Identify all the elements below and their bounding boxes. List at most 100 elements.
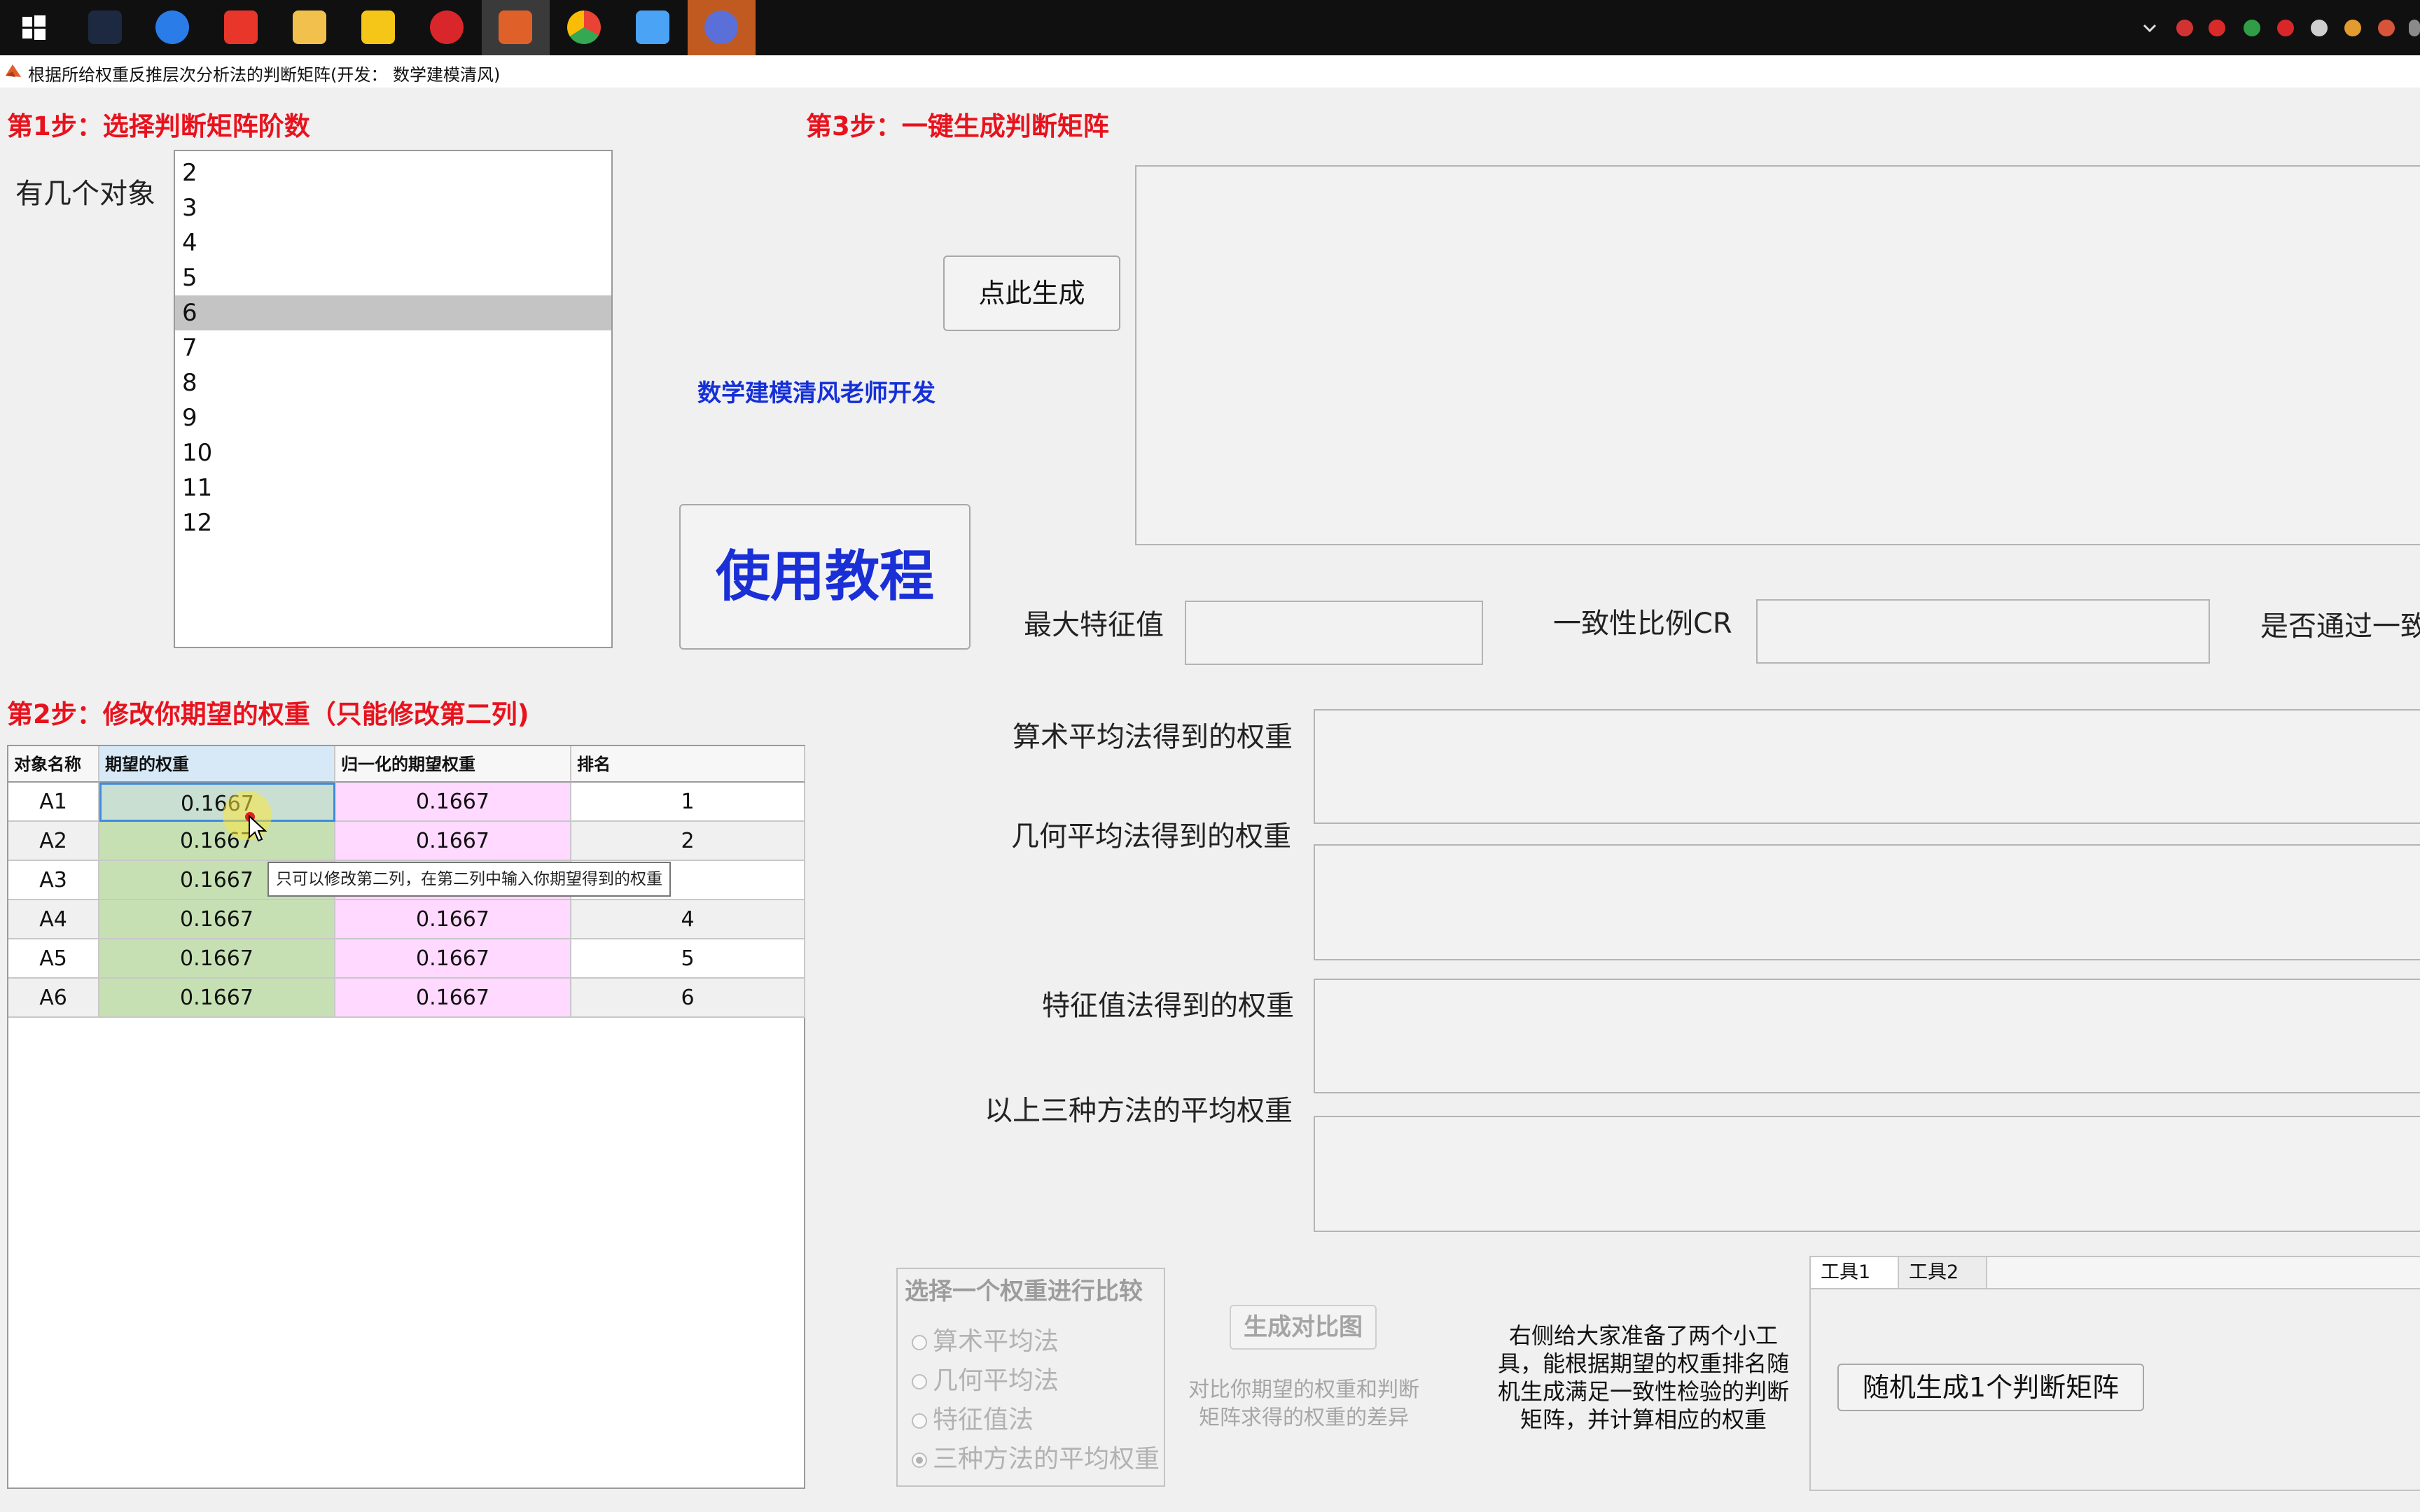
geo-weight-label: 几何平均法得到的权重 — [1011, 820, 1291, 853]
radio-eigen[interactable]: 特征值法 — [912, 1399, 1034, 1436]
image-tray-icon[interactable] — [2378, 20, 2395, 36]
moon-icon[interactable] — [2209, 20, 2225, 36]
matlab-icon[interactable] — [499, 10, 532, 44]
app-tray-icon[interactable] — [2344, 20, 2361, 36]
listbox-option[interactable]: 8 — [175, 365, 611, 400]
netease-tray-icon[interactable] — [2277, 20, 2294, 36]
listbox-option[interactable]: 7 — [175, 330, 611, 365]
matrix-output-area — [1135, 165, 2420, 545]
start-icon[interactable] — [17, 10, 50, 44]
step3-title: 第3步：一键生成判断矩阵 — [806, 111, 1109, 141]
game-icon[interactable] — [88, 10, 122, 44]
listbox-option[interactable]: 9 — [175, 400, 611, 435]
radio-label: 特征值法 — [933, 1406, 1034, 1434]
col-header-name: 对象名称 — [8, 746, 99, 783]
compare-chart-button[interactable]: 生成对比图 — [1230, 1305, 1377, 1350]
cell-normalized: 0.1667 — [335, 783, 571, 822]
radio-label: 几何平均法 — [933, 1366, 1059, 1395]
listbox-option[interactable]: 3 — [175, 190, 611, 225]
cell-rank: 5 — [571, 939, 805, 979]
cell-weight[interactable]: 0.1667 — [99, 979, 335, 1018]
radio-label: 三种方法的平均权重 — [933, 1445, 1160, 1474]
cell-normalized: 0.1667 — [335, 900, 571, 939]
chevron-up-icon[interactable] — [2141, 20, 2158, 36]
cell-rank: 2 — [571, 822, 805, 861]
tab-tool1[interactable]: 工具1 — [1811, 1257, 1899, 1288]
listbox-option[interactable]: 10 — [175, 435, 611, 470]
radio-button-icon — [912, 1335, 927, 1350]
file-explorer-icon[interactable] — [293, 10, 326, 44]
listbox-option[interactable]: 5 — [175, 260, 611, 295]
random-matrix-button[interactable]: 随机生成1个判断矩阵 — [1837, 1364, 2144, 1411]
matrix-order-listbox[interactable]: 2 3 4 5 6 7 8 9 10 11 12 — [174, 150, 613, 648]
col-header-weight: 期望的权重 — [99, 746, 335, 783]
cell-rank: 6 — [571, 979, 805, 1018]
tab-tool2[interactable]: 工具2 — [1899, 1257, 1987, 1288]
avg-weight-label: 以上三种方法的平均权重 — [985, 1095, 1293, 1127]
cell-weight[interactable]: 0.1667 — [99, 822, 335, 861]
listbox-option[interactable]: 4 — [175, 225, 611, 260]
eigen-weight-label: 特征值法得到的权重 — [1042, 990, 1294, 1022]
tingshu-app-icon[interactable] — [224, 10, 258, 44]
cell-rank: 1 — [571, 783, 805, 822]
radio-label: 算术平均法 — [933, 1327, 1059, 1356]
col-header-rank: 排名 — [571, 746, 805, 783]
tools-tab-panel: 工具1 工具2 随机生成1个判断矩阵 — [1809, 1256, 2420, 1491]
cell-weight[interactable]: 0.1667 — [99, 939, 335, 979]
listbox-option-selected[interactable]: 6 — [175, 295, 611, 330]
folder-icon[interactable] — [361, 10, 395, 44]
cell-name: A4 — [8, 900, 99, 939]
radio-geo[interactable]: 几何平均法 — [912, 1360, 1059, 1396]
radio-button-selected-icon — [912, 1452, 927, 1468]
listbox-option[interactable]: 2 — [175, 155, 611, 190]
cell-normalized: 0.1667 — [335, 822, 571, 861]
radio-button-icon — [912, 1374, 927, 1390]
cell-normalized: 0.1667 — [335, 939, 571, 979]
step2-title: 第2步：修改你期望的权重（只能修改第二列) — [7, 699, 529, 729]
tutorial-button[interactable]: 使用教程 — [679, 504, 971, 650]
weights-table: 对象名称 期望的权重 归一化的期望权重 排名 A1 0.1667 0.1667 … — [7, 745, 805, 1489]
taskbar — [0, 0, 2420, 55]
cell-rank: 4 — [571, 900, 805, 939]
compare-group: 选择一个权重进行比较 算术平均法 几何平均法 特征值法 三种方法的平均权重 — [896, 1268, 1165, 1487]
developer-credit: 数学建模清风老师开发 — [697, 379, 936, 407]
cell-weight[interactable]: 0.1667 — [99, 900, 335, 939]
consistency-ratio-label: 一致性比例CR — [1553, 608, 1732, 640]
window-titlebar: 根据所给权重反推层次分析法的判断矩阵(开发： 数学建模清风) — [0, 55, 2420, 88]
radio-button-icon — [912, 1413, 927, 1429]
sogou-input-icon[interactable] — [155, 10, 189, 44]
mouse-pointer-icon — [248, 814, 267, 846]
cell-name: A5 — [8, 939, 99, 979]
tab-strip: 工具1 工具2 — [1811, 1257, 2420, 1289]
app-icon[interactable] — [704, 10, 738, 44]
max-eigenvalue-label: 最大特征值 — [1024, 609, 1164, 641]
eigen-weight-field — [1314, 979, 2420, 1093]
generate-button[interactable]: 点此生成 — [943, 255, 1120, 331]
cell-normalized: 0.1667 — [335, 979, 571, 1018]
edit-hint-tooltip: 只可以修改第二列，在第二列中输入你期望得到的权重 — [267, 862, 671, 897]
network-icon[interactable] — [2244, 20, 2260, 36]
listbox-option[interactable]: 11 — [175, 470, 611, 505]
record-icon[interactable] — [2176, 20, 2193, 36]
cell-name: A3 — [8, 861, 99, 900]
compare-group-title: 选择一个权重进行比较 — [905, 1278, 1143, 1306]
listbox-option[interactable]: 12 — [175, 505, 611, 540]
col-header-normalized: 归一化的期望权重 — [335, 746, 571, 783]
microphone-icon[interactable] — [2311, 20, 2328, 36]
radio-average[interactable]: 三种方法的平均权重 — [912, 1438, 1160, 1475]
cell-weight-editing[interactable]: 0.1667 — [99, 783, 335, 822]
cell-name: A1 — [8, 783, 99, 822]
radio-arith[interactable]: 算术平均法 — [912, 1321, 1059, 1357]
max-eigenvalue-field — [1185, 601, 1483, 665]
window-title: 根据所给权重反推层次分析法的判断矩阵(开发： 数学建模清风) — [28, 65, 501, 85]
geo-weight-field — [1314, 844, 2420, 960]
chrome-icon[interactable] — [567, 10, 601, 44]
arith-weight-field — [1314, 709, 2420, 824]
tray-edge-icon[interactable] — [2409, 20, 2420, 36]
avg-weight-field — [1314, 1116, 2420, 1232]
cell-name: A2 — [8, 822, 99, 861]
compare-note: 对比你期望的权重和判断矩阵求得的权重的差异 — [1188, 1378, 1419, 1430]
consistency-ratio-field — [1756, 599, 2210, 664]
netease-music-icon[interactable] — [430, 10, 464, 44]
baidu-netdisk-icon[interactable] — [636, 10, 669, 44]
